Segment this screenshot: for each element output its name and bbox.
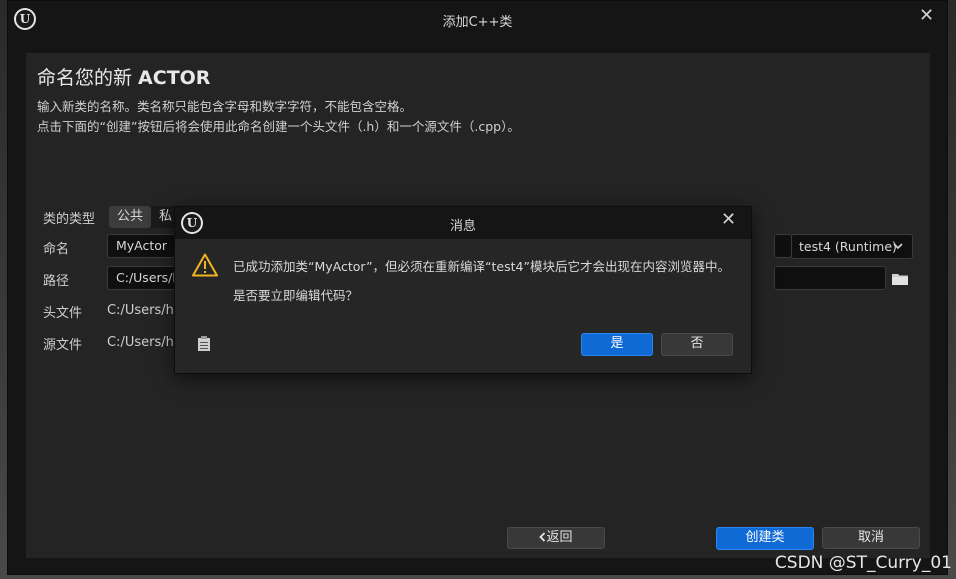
page-title: 命名您的新 ACTOR: [37, 63, 210, 90]
create-class-button[interactable]: 创建类: [716, 527, 814, 550]
heading-class-name: ACTOR: [138, 67, 211, 89]
header-file-label: 头文件: [43, 306, 83, 321]
module-dropdown-label: test4 (Runtime): [799, 239, 897, 254]
class-name-input[interactable]: MyActor: [107, 234, 175, 258]
path-input-end[interactable]: [774, 266, 886, 290]
close-icon[interactable]: ✕: [721, 211, 736, 229]
dialog-message: 已成功添加类“MyActor”，但必须在重新编译“test4”模块后它才会出现在…: [233, 259, 730, 274]
class-name-input-end[interactable]: [774, 234, 792, 258]
back-button-label: 返回: [546, 530, 573, 545]
class-type-selector: 公共 私: [109, 206, 181, 228]
folder-icon[interactable]: [892, 273, 908, 285]
module-dropdown[interactable]: test4 (Runtime): [791, 234, 913, 259]
cancel-button[interactable]: 取消: [822, 527, 920, 549]
dialog-titlebar: U 消息 ✕: [175, 207, 751, 239]
source-file-label: 源文件: [43, 338, 83, 353]
yes-button[interactable]: 是: [581, 333, 653, 356]
close-icon[interactable]: ✕: [919, 7, 934, 25]
chevron-down-icon: [893, 235, 903, 258]
clipboard-icon[interactable]: [197, 335, 211, 351]
description-line-1: 输入新类的名称。类名称只能包含字母和数字字符，不能包含空格。: [37, 99, 413, 114]
warning-icon: [192, 253, 218, 277]
dialog-title: 消息: [449, 219, 476, 234]
class-type-public[interactable]: 公共: [109, 206, 152, 228]
name-label: 命名: [43, 242, 70, 257]
path-input[interactable]: C:/Users/h: [107, 266, 179, 290]
heading-prefix: 命名您的新: [37, 67, 139, 89]
message-dialog: U 消息 ✕ 已成功添加类“MyActor”，但必须在重新编译“test4”模块…: [174, 206, 752, 374]
class-type-label: 类的类型: [43, 212, 96, 227]
source-file-path: C:/Users/hu: [107, 335, 177, 350]
path-label: 路径: [43, 274, 70, 289]
header-file-path: C:/Users/hu: [107, 303, 177, 318]
dialog-question: 是否要立即编辑代码？: [233, 288, 359, 303]
window-title: 添加C++类: [442, 15, 513, 30]
back-button[interactable]: 返回: [507, 527, 605, 549]
description-line-2: 点击下面的“创建”按钮后将会使用此命名创建一个头文件（.h）和一个源文件（.cp…: [37, 119, 520, 134]
window-titlebar: U 添加C++类 ✕: [8, 1, 947, 37]
watermark: CSDN @ST_Curry_01: [774, 553, 952, 573]
no-button[interactable]: 否: [661, 333, 733, 356]
